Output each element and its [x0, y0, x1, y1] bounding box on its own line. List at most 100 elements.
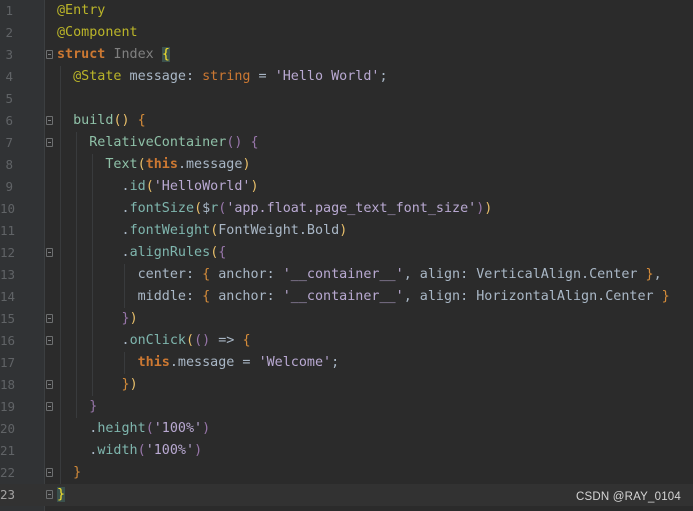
code-line[interactable]: 8 Text(this.message) — [0, 154, 693, 176]
code-token: , — [653, 267, 662, 282]
fold-toggle-icon[interactable] — [46, 314, 53, 323]
line-number: 2 — [5, 25, 13, 40]
code-line[interactable]: 5 — [0, 88, 693, 110]
code-token: , align: VerticalAlign.Center — [403, 267, 646, 282]
code-token: () — [194, 333, 211, 348]
code-line[interactable]: 10 .fontSize($r('app.float.page_text_fon… — [0, 198, 693, 220]
code-token: , align: HorizontalAlign.Center — [403, 289, 662, 304]
code-text: .fontSize($r('app.float.page_text_font_s… — [57, 198, 492, 220]
code-line[interactable]: 14 middle: { anchor: '__container__', al… — [0, 286, 693, 308]
line-number: 8 — [5, 157, 13, 172]
code-text: @State message: string = 'Hello World'; — [57, 66, 388, 88]
code-line[interactable]: 7 RelativeContainer() { — [0, 132, 693, 154]
line-number: 7 — [5, 135, 13, 150]
code-text: } — [57, 484, 66, 506]
code-token: this — [137, 355, 170, 370]
code-line[interactable]: 1 @Entry — [0, 0, 693, 22]
code-token: '__container__' — [282, 289, 404, 304]
fold-toggle-icon[interactable] — [46, 380, 53, 389]
line-number: 5 — [5, 91, 13, 106]
code-line[interactable]: 2 @Component — [0, 22, 693, 44]
code-line[interactable]: 11 .fontWeight(FontWeight.Bold) — [0, 220, 693, 242]
code-line[interactable]: 22 } — [0, 462, 693, 484]
code-token: => — [210, 333, 243, 348]
code-line[interactable]: 20 .height('100%') — [0, 418, 693, 440]
code-token: @Component — [57, 25, 138, 40]
code-text: @Component — [57, 22, 138, 44]
code-token: ; — [331, 355, 340, 370]
code-token: ( — [145, 179, 154, 194]
code-token: id — [129, 179, 146, 194]
code-token: fontSize — [129, 201, 195, 216]
code-line[interactable]: 15 }) — [0, 308, 693, 330]
code-token: } — [73, 465, 82, 480]
code-token: ) — [242, 157, 251, 172]
line-number: 13 — [0, 267, 16, 282]
line-number: 4 — [5, 69, 13, 84]
code-token: } — [89, 399, 98, 414]
code-token: .message — [177, 157, 243, 172]
watermark: CSDN @RAY_0104 — [575, 491, 681, 503]
code-token: middle: — [57, 289, 203, 304]
code-token: ( — [186, 333, 195, 348]
code-token: anchor: — [210, 267, 283, 282]
code-text: .id('HelloWorld') — [57, 176, 258, 198]
code-text: } — [57, 396, 97, 418]
code-token: () — [113, 113, 130, 128]
code-token: '__container__' — [282, 267, 404, 282]
code-line[interactable]: 13 center: { anchor: '__container__', al… — [0, 264, 693, 286]
line-number: 23 — [0, 487, 16, 502]
code-token: 'HelloWorld' — [153, 179, 251, 194]
line-number: 17 — [0, 355, 16, 370]
code-token: this — [145, 157, 178, 172]
code-token: . — [57, 333, 130, 348]
code-text: Text(this.message) — [57, 154, 251, 176]
fold-toggle-icon[interactable] — [46, 468, 53, 477]
code-editor[interactable]: 1 @Entry 2 @Component 3 struct Index {4 @Stat… — [0, 0, 693, 511]
code-line[interactable]: 12 .alignRules({ — [0, 242, 693, 264]
code-line[interactable]: 6 build() { — [0, 110, 693, 132]
code-line[interactable]: 16 .onClick(() => { — [0, 330, 693, 352]
fold-toggle-icon[interactable] — [46, 402, 53, 411]
code-text: @Entry — [57, 0, 105, 22]
code-line[interactable]: 18 }) — [0, 374, 693, 396]
code-token: { — [202, 267, 211, 282]
code-token: . — [57, 179, 130, 194]
fold-toggle-icon[interactable] — [46, 116, 53, 125]
code-line[interactable]: 17 this.message = 'Welcome'; — [0, 352, 693, 374]
code-token: 'Hello World' — [274, 69, 380, 84]
code-token: ) — [202, 421, 211, 436]
fold-toggle-icon[interactable] — [46, 248, 53, 257]
code-line[interactable]: 9 .id('HelloWorld') — [0, 176, 693, 198]
code-token: $ — [202, 201, 211, 216]
line-number: 12 — [0, 245, 16, 260]
code-token: . — [57, 223, 130, 238]
fold-toggle-icon[interactable] — [46, 336, 53, 345]
code-text: this.message = 'Welcome'; — [57, 352, 340, 374]
line-number: 21 — [0, 443, 16, 458]
code-token: { — [137, 113, 146, 128]
code-line[interactable]: 19 } — [0, 396, 693, 418]
code-line[interactable]: 21 .width('100%') — [0, 440, 693, 462]
code-token: } — [661, 289, 670, 304]
fold-toggle-icon[interactable] — [46, 490, 53, 499]
line-number: 10 — [0, 201, 16, 216]
code-token: fontWeight — [129, 223, 211, 238]
code-text: .fontWeight(FontWeight.Bold) — [57, 220, 347, 242]
fold-toggle-icon[interactable] — [46, 138, 53, 147]
code-line[interactable]: 4 @State message: string = 'Hello World'… — [0, 66, 693, 88]
code-token: } — [121, 311, 130, 326]
code-token: @Entry — [57, 3, 106, 18]
fold-toggle-icon[interactable] — [46, 50, 53, 59]
code-token: . — [57, 443, 98, 458]
code-token: ( — [137, 443, 146, 458]
line-number: 14 — [0, 289, 16, 304]
code-line[interactable]: 3 struct Index { — [0, 44, 693, 66]
code-token: struct — [57, 47, 106, 62]
code-token: ; — [379, 69, 388, 84]
